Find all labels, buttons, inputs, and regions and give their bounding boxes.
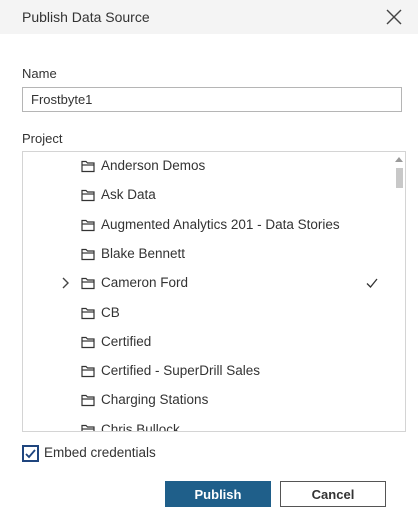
folder-icon [81,424,95,431]
project-tree-item-label: Ask Data [101,187,156,203]
project-tree-item-label: Certified [101,333,152,349]
tree-scrollbar[interactable] [393,152,405,431]
project-tree-item-label: Anderson Demos [101,158,206,173]
embed-credentials-checkbox[interactable] [22,445,39,462]
close-icon[interactable] [383,6,405,28]
folder-icon [81,307,95,319]
folder-icon [81,160,95,173]
project-tree: Anderson Demos Ask Data Augmented Analytic… [22,151,406,432]
project-tree-item[interactable]: Certified - SuperDrill Sales [23,357,393,386]
folder-icon [81,190,95,202]
project-tree-item-label: Cameron Ford [101,275,189,291]
checkmark-icon [25,449,36,459]
embed-credentials-label: Embed credentials [44,445,156,460]
checkmark-icon [366,278,378,289]
project-tree-item[interactable]: Chris Bullock [23,416,393,432]
folder-icon [81,219,95,231]
project-tree-item[interactable]: Anderson Demos [23,152,393,181]
project-tree-item-label: Certified - SuperDrill Sales [101,363,261,379]
scrollbar-thumb[interactable] [396,168,403,188]
folder-icon [81,395,95,407]
folder-icon [81,365,95,378]
project-tree-item[interactable]: Charging Stations [23,386,393,415]
folder-icon [81,336,95,348]
project-tree-item[interactable]: Ask Data [23,181,393,210]
cancel-button[interactable]: Cancel [280,481,386,507]
project-tree-item-label: CB [101,304,120,320]
chevron-right-icon[interactable] [61,277,71,289]
dialog-titlebar: Publish Data Source [0,0,418,34]
project-tree-item-label: Chris Bullock [101,421,180,432]
project-tree-item-label: Blake Bennett [101,245,186,261]
project-tree-item[interactable]: Blake Bennett [23,240,393,269]
project-tree-item-label: Augmented Analytics 201 - Data Stories [101,216,340,232]
name-input[interactable] [22,87,402,112]
project-tree-item[interactable]: CB [23,299,393,328]
project-tree-item[interactable]: Certified [23,328,393,357]
publish-data-source-dialog: Publish Data Source Name Project Anderso… [0,0,418,528]
project-label: Project [22,131,63,146]
project-tree-item[interactable]: Augmented Analytics 201 - Data Stories [23,211,393,240]
publish-button[interactable]: Publish [165,481,271,507]
name-label: Name [22,66,57,81]
dialog-title: Publish Data Source [22,9,150,25]
folder-icon [81,248,95,260]
project-tree-item-label: Charging Stations [101,392,209,408]
project-tree-item[interactable]: Cameron Ford [23,269,393,298]
folder-icon [81,278,95,290]
scroll-up-icon[interactable] [395,156,403,162]
